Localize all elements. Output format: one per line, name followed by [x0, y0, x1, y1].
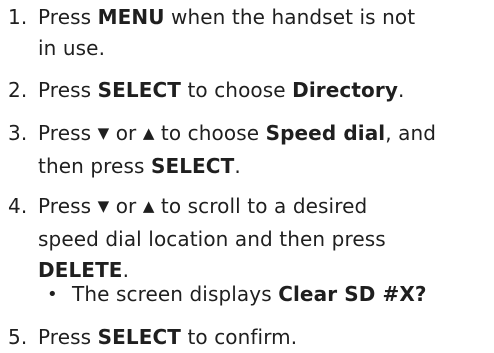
step-text: Press ▼ or ▲ to scroll to a desired spee…: [38, 191, 492, 286]
sub-bullet-text: The screen displays Clear SD #X?: [72, 279, 427, 310]
down-arrow-icon: ▼: [97, 197, 110, 215]
select-key-label: SELECT: [97, 325, 182, 349]
bullet-dot-icon: •: [47, 284, 58, 305]
select-key-label: SELECT: [150, 154, 235, 178]
text: to scroll to a desired: [154, 194, 368, 218]
up-arrow-icon: ▲: [142, 124, 155, 142]
text-line: speed dial location and then press: [38, 224, 492, 255]
text: The screen displays: [72, 282, 279, 306]
text-line: Press ▼ or ▲ to scroll to a desired: [38, 191, 492, 224]
directory-label: Directory: [292, 78, 398, 102]
text: speed dial location and then press: [38, 227, 386, 251]
text-line: Press SELECT to choose Directory.: [38, 75, 492, 106]
text: to choose: [181, 78, 293, 102]
text-line: Press MENU when the handset is not: [38, 2, 492, 33]
step-number: 4.: [8, 194, 28, 218]
text: or: [109, 194, 143, 218]
speed-dial-label: Speed dial: [265, 121, 386, 145]
text: .: [234, 154, 241, 178]
text: Press: [38, 194, 98, 218]
step-text: Press MENU when the handset is not in us…: [38, 2, 492, 64]
text: Press: [38, 5, 98, 29]
select-key-label: SELECT: [97, 78, 182, 102]
step-number: 2.: [8, 78, 28, 102]
step-number: 1.: [8, 5, 28, 29]
step-text: Press SELECT to choose Directory.: [38, 75, 492, 106]
text: when the handset is not: [164, 5, 416, 29]
text: Press: [38, 78, 98, 102]
text: or: [109, 121, 143, 145]
step-text: Press ▼ or ▲ to choose Speed dial, and t…: [38, 118, 492, 182]
text: to confirm.: [181, 325, 298, 349]
text: Press: [38, 325, 98, 349]
text: , and: [385, 121, 437, 145]
text-line: Press SELECT to confirm.: [38, 322, 492, 353]
text: to choose: [154, 121, 266, 145]
text-line: then press SELECT.: [38, 151, 492, 182]
up-arrow-icon: ▲: [142, 197, 155, 215]
down-arrow-icon: ▼: [97, 124, 110, 142]
text-line: in use.: [38, 33, 492, 64]
menu-key-label: MENU: [97, 5, 165, 29]
text: in use.: [38, 36, 106, 60]
text: Press: [38, 121, 98, 145]
step-text: Press SELECT to confirm.: [38, 322, 492, 353]
clear-sd-label: Clear SD #X?: [278, 282, 427, 306]
step-number: 5.: [8, 325, 28, 349]
text: .: [397, 78, 405, 102]
text: then press: [38, 154, 151, 178]
step-number: 3.: [8, 121, 28, 145]
text-line: Press ▼ or ▲ to choose Speed dial, and: [38, 118, 492, 151]
